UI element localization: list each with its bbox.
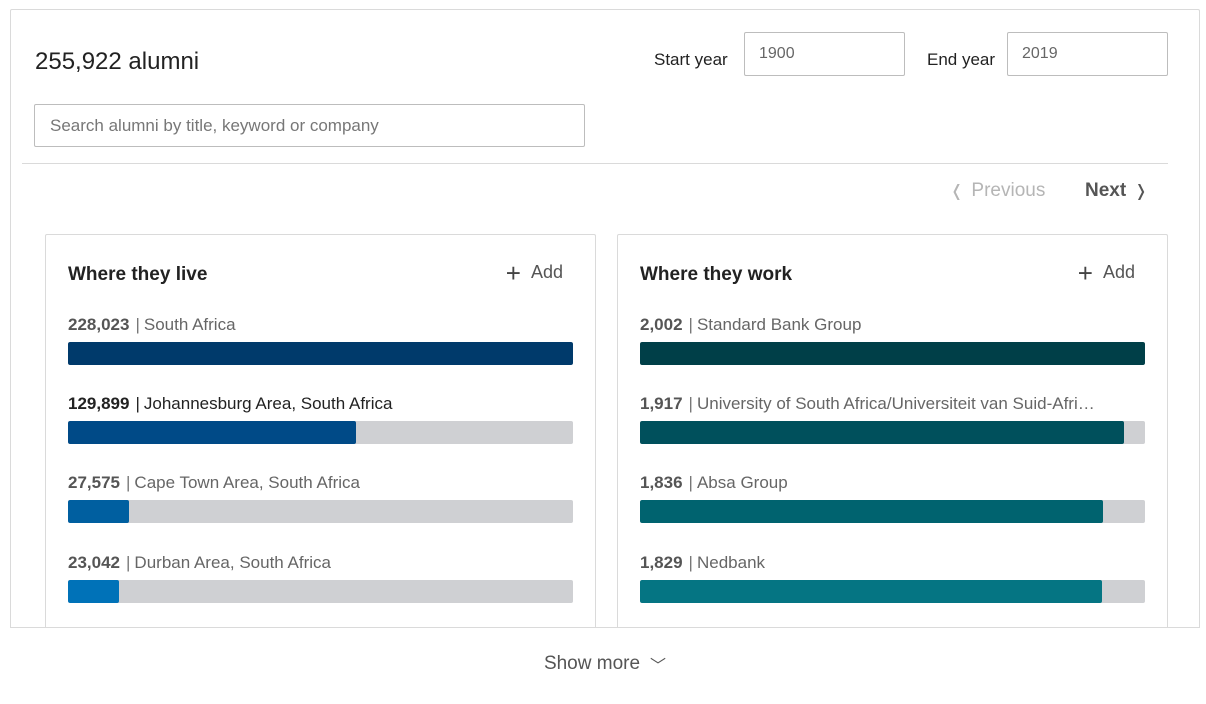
item-count: 1,917 — [640, 394, 683, 413]
item-label: South Africa — [143, 315, 236, 334]
chevron-down-icon: ﹀ — [650, 657, 667, 675]
list-item[interactable]: 1,836 | Absa Group — [640, 473, 1145, 523]
item-label: Standard Bank Group — [696, 315, 862, 334]
list-item[interactable]: 228,023 | South Africa — [68, 315, 573, 365]
item-count: 228,023 — [68, 315, 130, 334]
divider — [22, 163, 1168, 164]
show-more-bar: Show more ﹀ — [10, 627, 1200, 704]
bar-fill — [68, 421, 356, 444]
bar-track — [640, 580, 1145, 603]
list-item[interactable]: 129,899 | Johannesburg Area, South Africa — [68, 394, 573, 444]
bar-fill — [640, 580, 1102, 603]
list-item[interactable]: 27,575 | Cape Town Area, South Africa — [68, 473, 573, 523]
item-label: Durban Area, South Africa — [134, 553, 331, 572]
bar-fill — [640, 421, 1124, 444]
bar-track — [640, 342, 1145, 365]
list-item[interactable]: 23,042 | Durban Area, South Africa — [68, 553, 573, 603]
show-more-button[interactable]: Show more ﹀ — [544, 652, 666, 676]
chevron-left-icon: ❬ — [950, 183, 964, 200]
add-location-button[interactable]: + Add — [505, 257, 563, 288]
item-label: University of South Africa/Universiteit … — [696, 394, 1095, 413]
add-company-button[interactable]: + Add — [1077, 257, 1135, 288]
bar-track — [640, 500, 1145, 523]
show-more-label: Show more — [543, 652, 641, 674]
where-they-work-card: Where they work + Add 2,002 | Standard Ban… — [617, 234, 1168, 634]
item-label: Absa Group — [696, 473, 788, 492]
bar-fill — [68, 342, 573, 365]
plus-icon: + — [1077, 257, 1093, 288]
item-label: Nedbank — [696, 553, 766, 572]
bar-fill — [68, 500, 130, 523]
item-label: Johannesburg Area, South Africa — [143, 394, 393, 413]
previous-button[interactable]: ❬ Previous — [950, 180, 1045, 202]
chevron-right-icon: ❭ — [1134, 183, 1148, 200]
list-item[interactable]: 1,917 | University of South Africa/Univers… — [640, 394, 1145, 444]
item-count: 1,836 — [640, 473, 683, 492]
bar-track — [68, 421, 573, 444]
end-year-label: End year — [927, 50, 996, 69]
bar-track — [68, 342, 573, 365]
bar-fill — [640, 342, 1145, 365]
bar-track — [68, 500, 573, 523]
bar-track — [68, 580, 573, 603]
item-count: 2,002 — [640, 315, 683, 334]
start-year-input[interactable] — [744, 32, 905, 76]
list-item[interactable]: 2,002 | Standard Bank Group — [640, 315, 1145, 365]
search-alumni-input[interactable] — [34, 104, 585, 147]
alumni-count-title: 255,922 alumni — [35, 48, 200, 75]
card-title: Where they live — [68, 264, 208, 285]
previous-label: Previous — [971, 180, 1046, 201]
item-count: 129,899 — [68, 394, 130, 413]
where-they-live-card: Where they live + Add 228,023 | South Afri… — [45, 234, 596, 634]
end-year-input[interactable] — [1007, 32, 1168, 76]
bar-fill — [68, 580, 119, 603]
start-year-label: Start year — [654, 50, 728, 69]
list-item[interactable]: 1,829 | Nedbank — [640, 553, 1145, 603]
bar-track — [640, 421, 1145, 444]
plus-icon: + — [505, 257, 521, 288]
item-label: Cape Town Area, South Africa — [134, 473, 360, 492]
bar-fill — [640, 500, 1104, 523]
next-button[interactable]: Next ❭ — [1085, 180, 1148, 202]
item-count: 1,829 — [640, 553, 683, 572]
add-label: Add — [1102, 262, 1135, 282]
next-label: Next — [1085, 180, 1127, 201]
item-count: 27,575 — [68, 473, 120, 492]
item-count: 23,042 — [68, 553, 120, 572]
card-title: Where they work — [640, 264, 793, 285]
add-label: Add — [530, 262, 563, 282]
